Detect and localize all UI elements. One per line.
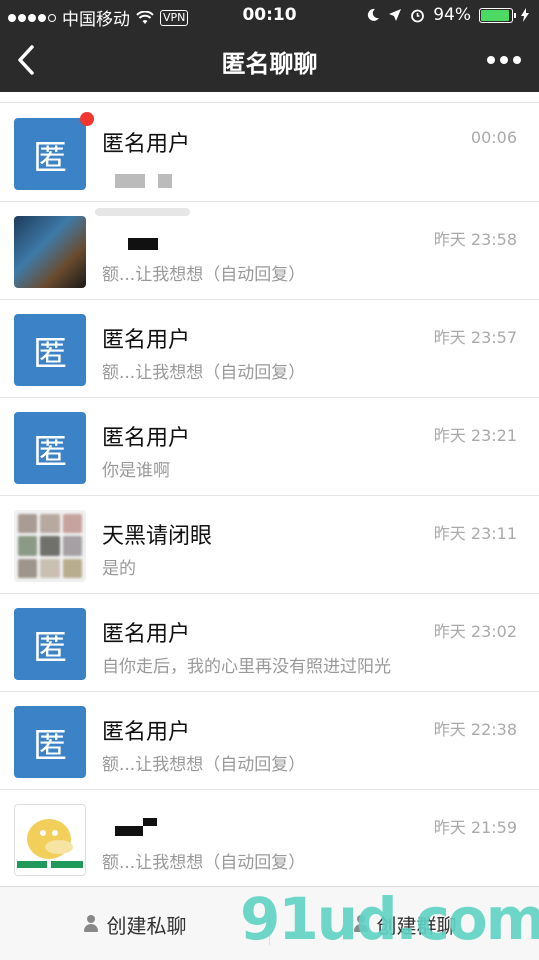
conversation-name: 匿名用户	[102, 328, 191, 353]
group-avatar	[14, 510, 86, 582]
conversation-time: 00:06	[470, 128, 517, 147]
conversation-time: 昨天 21:59	[433, 818, 517, 837]
alarm-icon	[411, 9, 425, 22]
create-private-chat-label: 创建私聊	[106, 913, 187, 938]
conversation-message: 额...让我想想（自动回复）	[102, 755, 306, 775]
conversation-time: 昨天 23:11	[433, 524, 517, 543]
avatar: 匿	[14, 608, 86, 680]
conversation-row[interactable]: 匿 匿名用户 额...让我想想（自动回复） 昨天 22:38	[0, 692, 539, 790]
conversation-name: 匿名用户	[102, 426, 191, 451]
conversation-row[interactable]: 匿 匿名用户 00:06	[0, 104, 539, 202]
list-divider	[0, 102, 539, 103]
redacted-name	[115, 826, 143, 836]
location-icon	[389, 9, 402, 21]
conversation-time: 昨天 23:02	[433, 622, 517, 641]
conversation-message: 你是谁啊	[102, 461, 170, 481]
status-bar: 中国移动 VPN 00:10 94%	[0, 0, 539, 30]
redacted-name	[128, 238, 158, 250]
conversation-time: 昨天 23:21	[433, 426, 517, 445]
redacted-message	[158, 174, 172, 188]
page-title: 匿名聊聊	[221, 50, 318, 78]
conversation-time: 昨天 22:38	[433, 720, 517, 739]
battery-icon	[479, 7, 516, 23]
more-icon[interactable]	[487, 56, 521, 64]
conversation-time: 昨天 23:57	[433, 328, 517, 347]
watermark-logo: 91ud.com	[240, 885, 539, 953]
conversation-name: 匿名用户	[102, 132, 191, 157]
conversation-row[interactable]: 匿 匿名用户 自你走后，我的心里再没有照进过阳光 昨天 23:02	[0, 594, 539, 692]
avatar: 匿	[14, 412, 86, 484]
conversation-message: 是的	[102, 559, 136, 579]
avatar: 匿	[14, 706, 86, 778]
conversation-name: 天黑请闭眼	[102, 524, 213, 549]
moon-icon	[368, 8, 380, 21]
conversation-name: 匿名用户	[102, 622, 191, 647]
avatar: 匿	[14, 314, 86, 386]
conversation-row[interactable]: 天黑请闭眼 是的 昨天 23:11	[0, 496, 539, 594]
charging-icon	[521, 8, 529, 22]
unread-badge	[80, 112, 94, 126]
conversation-message: 额...让我想想（自动回复）	[102, 265, 306, 285]
conversation-message: 额...让我想想（自动回复）	[102, 363, 306, 383]
redacted-message	[115, 174, 145, 188]
avatar	[14, 216, 86, 288]
conversation-row[interactable]: 额...让我想想（自动回复） 昨天 21:59	[0, 790, 539, 888]
conversation-message: 额...让我想想（自动回复）	[102, 853, 306, 873]
navigation-bar: 匿名聊聊	[0, 30, 539, 92]
avatar	[14, 804, 86, 876]
create-private-chat-button[interactable]: 创建私聊	[0, 887, 269, 960]
redacted-name	[143, 818, 157, 826]
conversation-message: 自你走后，我的心里再没有照进过阳光	[102, 657, 391, 677]
conversation-row[interactable]: 匿 匿名用户 额...让我想想（自动回复） 昨天 23:57	[0, 300, 539, 398]
avatar: 匿	[14, 118, 86, 190]
redacted-name	[95, 208, 190, 216]
conversation-name: 匿名用户	[102, 720, 191, 745]
duck-icon	[15, 819, 85, 875]
conversation-row[interactable]: 额...让我想想（自动回复） 昨天 23:58	[0, 202, 539, 300]
battery-percent: 94%	[433, 5, 471, 25]
conversation-row[interactable]: 匿 匿名用户 你是谁啊 昨天 23:21	[0, 398, 539, 496]
status-right: 94%	[366, 5, 529, 25]
conversation-list: 匿 匿名用户 00:06 额...让我想想（自动回复） 昨天 23:58 匿 匿…	[0, 104, 539, 888]
person-icon	[83, 915, 99, 933]
conversation-time: 昨天 23:58	[433, 230, 517, 249]
